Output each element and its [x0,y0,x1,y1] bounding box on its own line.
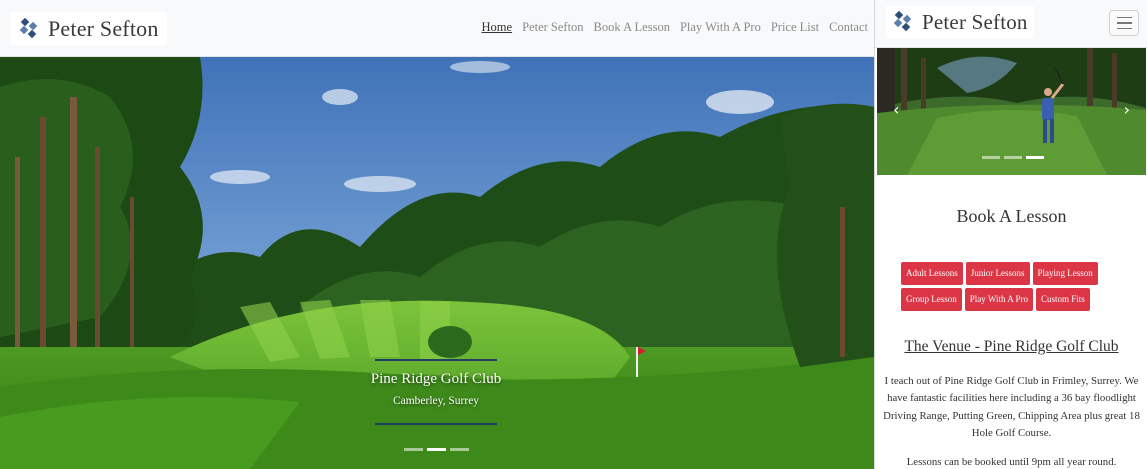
caption-rule-bottom [375,423,497,425]
section-title-book-a-lesson: Book A Lesson [956,206,1067,226]
venue-description: I teach out of Pine Ridge Golf Club in F… [883,375,1140,439]
group-lesson-button[interactable]: Group Lesson [901,288,962,311]
mobile-navbar: Peter Sefton [875,0,1147,48]
caption-rule-top [375,359,497,361]
carousel-indicator[interactable] [1004,156,1022,159]
caption-subtitle: Camberley, Surrey [392,395,480,407]
carousel-indicator[interactable] [982,156,1000,159]
carousel-indicator[interactable] [427,448,446,451]
carousel-indicator[interactable] [404,448,423,451]
nav-link-play-with-a-pro[interactable]: Play With A Pro [680,20,761,35]
navbar: Peter Sefton Home Peter Sefton Book A Le… [0,0,874,57]
diamond-logo-icon [19,17,38,38]
brand-name: Peter Sefton [48,15,159,41]
nav-link-contact[interactable]: Contact [829,20,868,35]
adult-lessons-button[interactable]: Adult Lessons [901,262,963,285]
nav-link-peter-sefton[interactable]: Peter Sefton [522,20,583,35]
carousel-indicator[interactable] [1026,156,1044,159]
carousel-indicator[interactable] [450,448,469,451]
mobile-hero-carousel[interactable]: ‹ › [877,48,1146,175]
mobile-brand[interactable]: Peter Sefton [886,6,1034,38]
chevron-right-icon[interactable]: › [1124,100,1130,119]
hero-caption: Pine Ridge Golf Club Camberley, Surrey [336,359,536,425]
hamburger-icon [1116,16,1132,19]
desktop-view: Peter Sefton Home Peter Sefton Book A Le… [0,0,874,469]
nav-link-home[interactable]: Home [482,20,513,35]
venue-hours-text: Lessons can be booked until 9pm all year… [906,456,1117,468]
mobile-brand-name: Peter Sefton [922,9,1028,34]
hamburger-menu-button[interactable] [1109,10,1139,36]
mobile-view: Peter Sefton ‹ › Book A Lesson Adult Les… [874,0,1147,469]
nav-link-book-a-lesson[interactable]: Book A Lesson [594,20,670,35]
carousel-indicators [404,448,469,451]
playing-lesson-button[interactable]: Playing Lesson [1032,262,1098,285]
play-with-a-pro-button[interactable]: Play With A Pro [964,288,1033,311]
mobile-carousel-indicators [982,156,1044,159]
lesson-buttons: Adult Lessons Junior Lessons Playing Les… [901,262,1123,311]
venue-title: The Venue - Pine Ridge Golf Club [904,338,1119,355]
hero-carousel[interactable]: Pine Ridge Golf Club Camberley, Surrey [0,57,874,469]
main-nav: Home Peter Sefton Book A Lesson Play Wit… [482,20,868,35]
caption-title: Pine Ridge Golf Club [370,371,502,387]
custom-fits-button[interactable]: Custom Fits [1035,288,1090,311]
brand[interactable]: Peter Sefton [10,12,167,45]
nav-link-price-list[interactable]: Price List [771,20,819,35]
junior-lessons-button[interactable]: Junior Lessons [965,262,1030,285]
chevron-left-icon[interactable]: ‹ [893,100,899,119]
diamond-logo-icon [893,11,912,32]
